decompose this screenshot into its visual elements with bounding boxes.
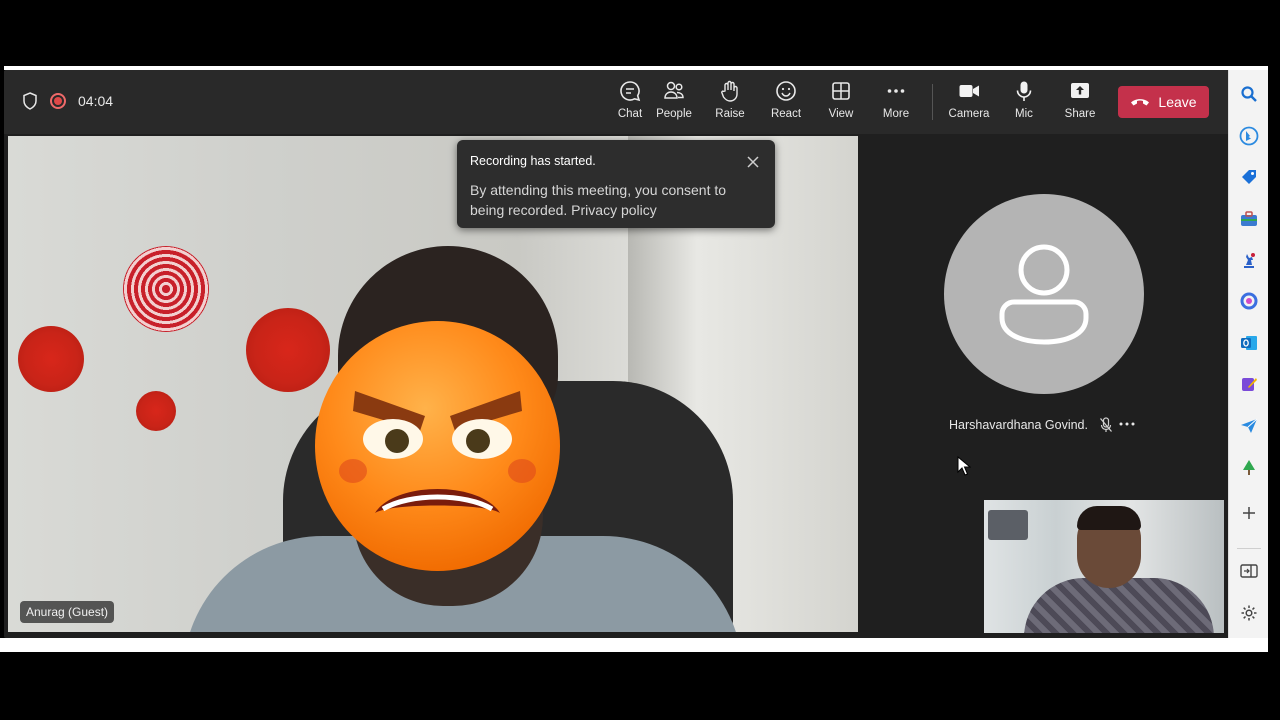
- react-smiley-icon: [776, 81, 796, 101]
- people-icon: [664, 81, 684, 99]
- outlook-icon[interactable]: [1239, 333, 1259, 353]
- view-button[interactable]: View: [815, 80, 867, 126]
- wall-decoration: [123, 246, 209, 332]
- send-icon[interactable]: [1239, 416, 1259, 436]
- hang-up-icon: [1131, 99, 1150, 106]
- notification-body: By attending this meeting, you consent t…: [470, 182, 727, 218]
- rail-divider: [1237, 548, 1261, 549]
- participant-name-tag: Anurag (Guest): [20, 601, 115, 623]
- mic-button[interactable]: Mic: [998, 80, 1050, 126]
- wall-decoration: [136, 391, 176, 431]
- mic-button-label: Mic: [1015, 108, 1033, 120]
- recording-indicator-icon: [50, 93, 66, 109]
- share-button[interactable]: Share: [1054, 80, 1106, 126]
- view-grid-icon: [832, 82, 850, 100]
- screen: 04:04 Chat People Raise React View More …: [0, 0, 1280, 720]
- meeting-timer: 04:04: [78, 93, 114, 109]
- share-icon: [1071, 83, 1089, 98]
- more-dots-icon: [887, 89, 905, 93]
- add-icon[interactable]: [1239, 503, 1259, 523]
- raise-button-label: Raise: [715, 108, 745, 120]
- camera-icon: [959, 85, 979, 97]
- raise-hand-button[interactable]: Raise: [704, 80, 756, 126]
- tree-icon[interactable]: [1239, 458, 1259, 478]
- window-bottom-edge: [0, 638, 1268, 652]
- more-button[interactable]: More: [870, 80, 922, 126]
- tag-icon[interactable]: [1239, 167, 1259, 187]
- react-button-label: React: [770, 108, 802, 120]
- more-button-label: More: [882, 108, 910, 120]
- search-icon[interactable]: [1239, 84, 1259, 104]
- designer-icon[interactable]: [1239, 374, 1259, 394]
- wall-device: [988, 510, 1028, 540]
- copilot-icon[interactable]: [1239, 291, 1259, 311]
- view-button-label: View: [828, 108, 854, 120]
- participant-name: Harshavardhana Govind...: [949, 418, 1089, 432]
- camera-button[interactable]: Camera: [943, 80, 995, 126]
- leave-button-label: Leave: [1158, 94, 1197, 110]
- mouse-cursor-icon: [957, 456, 971, 476]
- close-icon[interactable]: [745, 154, 761, 170]
- shield-icon[interactable]: [22, 92, 38, 110]
- camera-button-label: Camera: [948, 108, 990, 120]
- chat-button-label: Chat: [617, 108, 643, 120]
- teams-meeting-window: 04:04 Chat People Raise React View More …: [4, 70, 1268, 638]
- chat-icon: [620, 81, 641, 102]
- more-dots-icon: [1119, 422, 1135, 426]
- raise-hand-icon: [721, 80, 738, 102]
- people-button[interactable]: People: [648, 80, 700, 126]
- participant-avatar[interactable]: [944, 194, 1144, 394]
- bing-icon[interactable]: [1239, 126, 1259, 146]
- meeting-toolbar: 04:04 Chat People Raise React View More …: [4, 70, 1228, 134]
- meeting-info: 04:04: [22, 92, 113, 110]
- participant-more-options-button[interactable]: [1118, 416, 1136, 432]
- settings-icon[interactable]: [1239, 603, 1259, 623]
- angry-face-features-icon: [339, 391, 536, 513]
- mic-muted-icon: [1100, 417, 1112, 432]
- chess-icon[interactable]: [1239, 250, 1259, 270]
- people-button-label: People: [656, 108, 692, 120]
- briefcase-icon[interactable]: [1239, 209, 1259, 229]
- person-placeholder-icon: [999, 244, 1089, 345]
- react-button[interactable]: React: [760, 80, 812, 126]
- wall-decoration: [18, 326, 84, 392]
- share-button-label: Share: [1064, 108, 1096, 120]
- self-view-video[interactable]: [984, 500, 1224, 633]
- edge-sidebar: [1228, 70, 1268, 638]
- recording-notification: Recording has started. By attending this…: [457, 140, 775, 228]
- self-person-hair: [1077, 506, 1141, 530]
- mic-icon: [1016, 81, 1032, 101]
- toolbar-divider: [932, 84, 933, 120]
- leave-button[interactable]: Leave: [1118, 86, 1209, 118]
- sidebar-toggle-icon[interactable]: [1239, 561, 1259, 581]
- notification-title: Recording has started.: [470, 154, 596, 168]
- angry-emoji-face-overlay: [315, 321, 560, 571]
